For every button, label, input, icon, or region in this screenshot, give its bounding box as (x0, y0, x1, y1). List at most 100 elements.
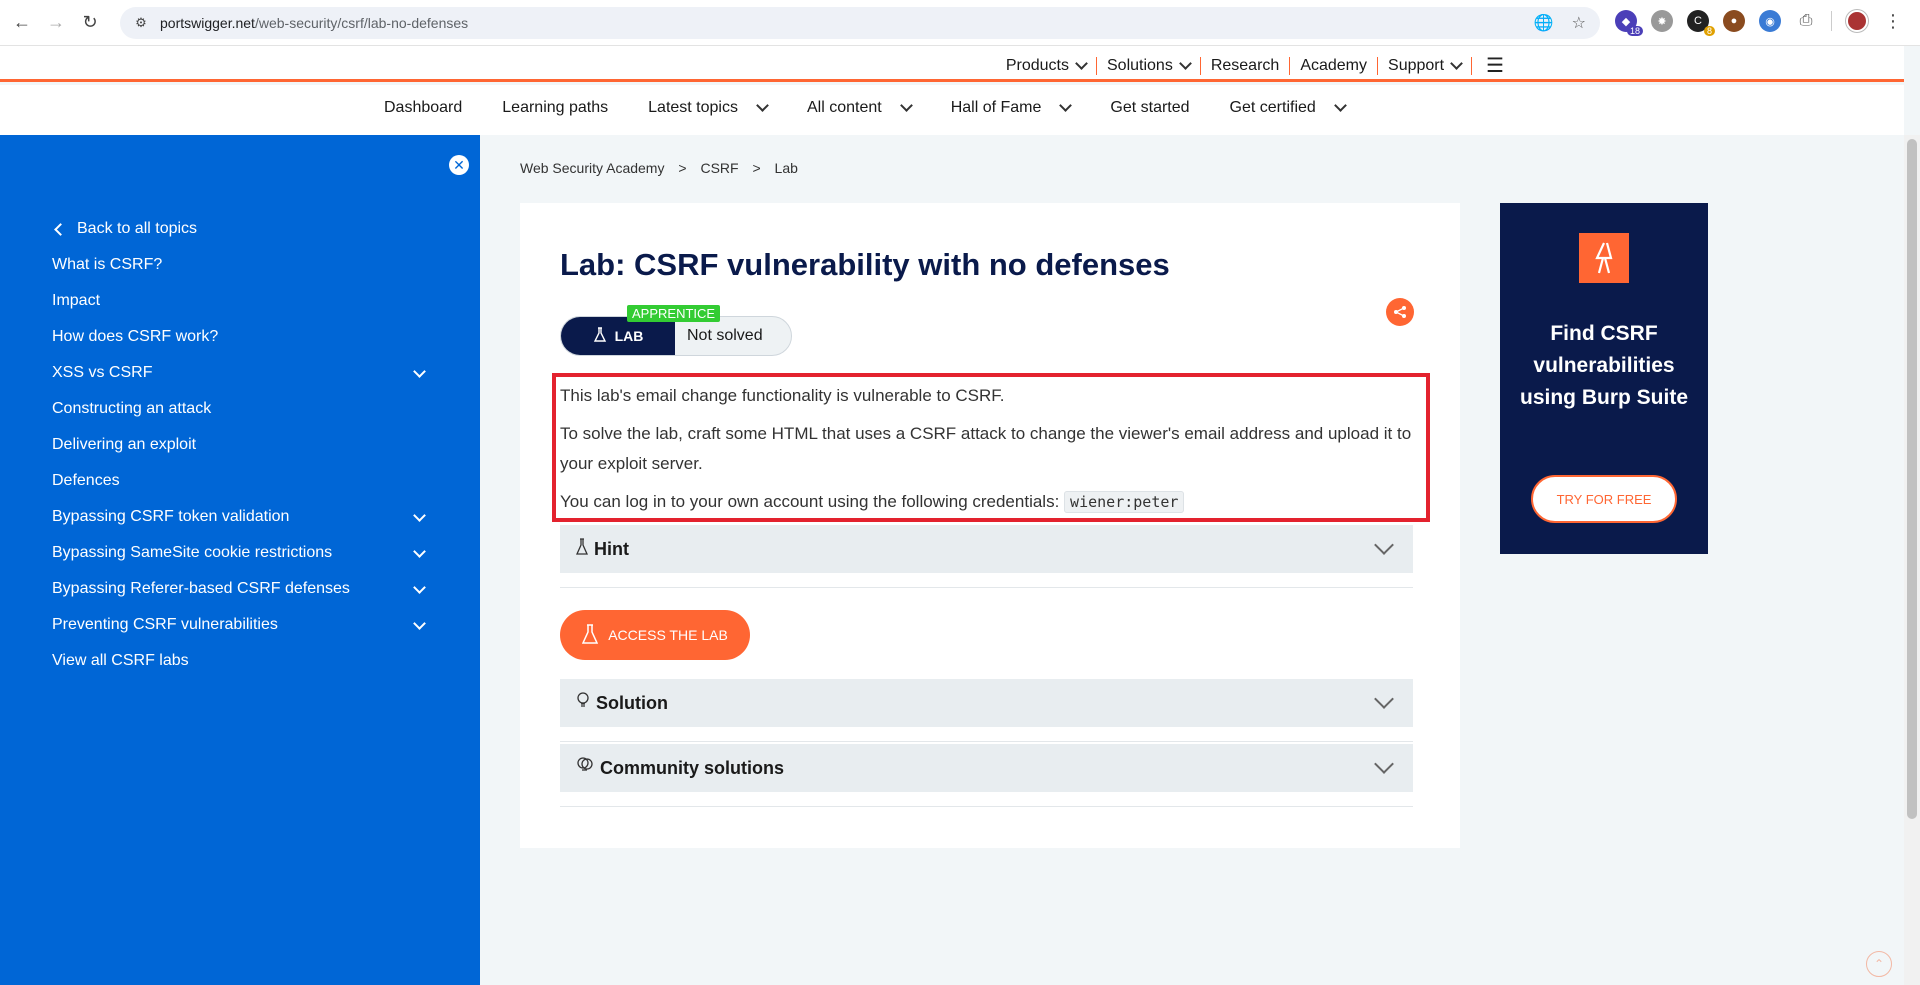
translate-icon[interactable]: 🌐 (1534, 13, 1554, 33)
sidebar-list: Back to all topics What is CSRF? Impact … (52, 211, 432, 679)
extension-1-icon[interactable]: ◆ 18 (1615, 10, 1643, 36)
academy-nav-get-started[interactable]: Get started (1110, 99, 1189, 117)
chevron-down-icon[interactable] (413, 580, 426, 594)
site-top-nav: Products Solutions Research Academy Supp… (0, 46, 1904, 82)
share-icon[interactable] (1386, 298, 1414, 326)
breadcrumb-root-link[interactable]: Web Security Academy (520, 160, 664, 176)
hint-accordion[interactable]: Hint (560, 525, 1413, 573)
divider (560, 587, 1413, 588)
breadcrumb-separator: > (678, 160, 687, 176)
sidebar-item[interactable]: Bypassing CSRF token validation (52, 499, 432, 535)
sidebar-item[interactable]: Impact (52, 283, 432, 319)
solution-accordion[interactable]: Solution (560, 679, 1413, 727)
chevron-down-icon (756, 99, 769, 112)
academy-nav-dashboard[interactable]: Dashboard (384, 99, 462, 117)
sidebar-item[interactable]: Bypassing SameSite cookie restrictions (52, 535, 432, 571)
breadcrumb-section-link[interactable]: CSRF (700, 160, 738, 176)
get-started-label: Get started (1110, 99, 1190, 116)
try-for-free-button[interactable]: TRY FOR FREE (1531, 475, 1677, 523)
url-path: /web-security/csrf/lab-no-defenses (254, 15, 469, 31)
nav-support-label: Support (1388, 56, 1445, 74)
back-to-all-topics-label: Back to all topics (77, 220, 198, 237)
sidebar-item[interactable]: XSS vs CSRF (52, 355, 432, 391)
scrollbar-thumb[interactable] (1907, 139, 1917, 819)
learning-paths-label: Learning paths (502, 99, 609, 116)
nav-support[interactable]: Support (1378, 57, 1471, 75)
access-lab-button[interactable]: ACCESS THE LAB (560, 610, 750, 660)
nav-research[interactable]: Research (1201, 57, 1289, 75)
reload-icon[interactable]: ↻ (76, 9, 104, 37)
chevron-down-icon[interactable] (413, 544, 426, 558)
sidebar-item-label: What is CSRF? (52, 256, 163, 273)
burp-suite-ad: Find CSRF vulnerabilities using Burp Sui… (1500, 203, 1708, 554)
chevron-down-icon (1333, 99, 1347, 112)
chevron-down-icon[interactable] (413, 508, 426, 522)
chevron-down-icon (1374, 689, 1394, 709)
back-to-all-topics[interactable]: Back to all topics (54, 211, 432, 247)
nav-solutions[interactable]: Solutions (1097, 57, 1200, 75)
chevron-down-icon (899, 99, 913, 112)
puzzle-extensions-icon[interactable]: ⎙ (1795, 10, 1817, 32)
chevron-down-icon[interactable] (413, 364, 426, 378)
level-tag: APPRENTICE (627, 305, 721, 322)
url-text[interactable]: portswigger.net/web-security/csrf/lab-no… (160, 15, 468, 31)
academy-nav-get-certified[interactable]: Get certified (1229, 99, 1347, 117)
sidebar-item[interactable]: How does CSRF work? (52, 319, 432, 355)
breadcrumb-page-link[interactable]: Lab (775, 160, 798, 176)
sidebar-item-label: Defences (52, 472, 120, 489)
flask-icon (593, 326, 607, 346)
back-arrow-icon[interactable]: ← (8, 9, 36, 37)
lab-content-card: Lab: CSRF vulnerability with no defenses… (520, 203, 1460, 848)
academy-nav-hall-of-fame[interactable]: Hall of Fame (950, 99, 1073, 117)
bookmark-star-icon[interactable]: ☆ (1572, 13, 1586, 33)
close-sidebar-icon[interactable]: ✕ (449, 155, 469, 175)
browser-menu-icon[interactable]: ⋮ (1882, 10, 1904, 32)
nav-solutions-label: Solutions (1107, 56, 1173, 74)
academy-nav-all-content[interactable]: All content (806, 99, 913, 117)
get-certified-label: Get certified (1229, 99, 1316, 116)
sidebar-item-label: Delivering an exploit (52, 436, 197, 453)
community-solutions-accordion[interactable]: Community solutions (560, 744, 1413, 792)
sidebar-item[interactable]: Bypassing Referer-based CSRF defenses (52, 571, 432, 607)
sidebar-item[interactable]: Delivering an exploit (52, 427, 432, 463)
sidebar-item-label: Bypassing Referer-based CSRF defenses (52, 580, 350, 597)
page-scrollbar[interactable] (1904, 135, 1920, 985)
page-title: Lab: CSRF vulnerability with no defenses (560, 247, 1170, 282)
academy-nav-learning-paths[interactable]: Learning paths (502, 99, 608, 117)
credentials-code: wiener:peter (1064, 491, 1185, 513)
sidebar-item[interactable]: View all CSRF labs (52, 643, 432, 679)
flask-icon (575, 537, 589, 561)
nav-academy[interactable]: Academy (1290, 57, 1377, 75)
sidebar-item-label: Constructing an attack (52, 400, 212, 417)
topic-sidebar: ✕ Back to all topics What is CSRF? Impac… (0, 135, 480, 985)
back-to-top-icon[interactable]: ⌃ (1866, 951, 1892, 977)
site-info-icon[interactable]: ⚙ (132, 14, 150, 32)
sidebar-item[interactable]: Defences (52, 463, 432, 499)
all-content-label: All content (806, 99, 882, 116)
sidebar-item[interactable]: Preventing CSRF vulnerabilities (52, 607, 432, 643)
nav-products[interactable]: Products (996, 57, 1096, 75)
description-paragraph: This lab's email change functionality is… (560, 386, 1005, 405)
lab-solve-status: Not solved (687, 327, 763, 344)
hamburger-menu-icon[interactable]: ☰ (1486, 53, 1504, 78)
hall-of-fame-label: Hall of Fame (950, 99, 1042, 116)
latest-topics-label: Latest topics (648, 99, 738, 116)
profile-avatar[interactable] (1846, 10, 1868, 32)
sidebar-item[interactable]: Constructing an attack (52, 391, 432, 427)
extension-5-icon[interactable]: ◉ (1759, 10, 1781, 32)
extension-3-icon[interactable]: C8 (1687, 10, 1715, 36)
extension-2-icon[interactable]: ✸ (1651, 10, 1673, 32)
sidebar-item[interactable]: What is CSRF? (52, 247, 432, 283)
cookie-extension-icon[interactable]: ● (1723, 10, 1745, 32)
sidebar-item-label: XSS vs CSRF (52, 364, 153, 381)
lab-pill-label: LAB (614, 328, 644, 344)
chevron-down-icon (1075, 56, 1088, 70)
chevron-down-icon[interactable] (413, 616, 426, 630)
forward-arrow-icon[interactable]: → (42, 9, 70, 37)
academy-nav-latest-topics[interactable]: Latest topics (648, 99, 769, 117)
description-paragraph: You can log in to your own account using… (560, 487, 1420, 517)
chevron-down-icon (1450, 56, 1463, 70)
address-bar[interactable]: ⚙ portswigger.net/web-security/csrf/lab-… (120, 7, 1600, 39)
sidebar-item-label: How does CSRF work? (52, 328, 219, 345)
lab-status-badge: LAB APPRENTICE Not solved (560, 305, 792, 356)
